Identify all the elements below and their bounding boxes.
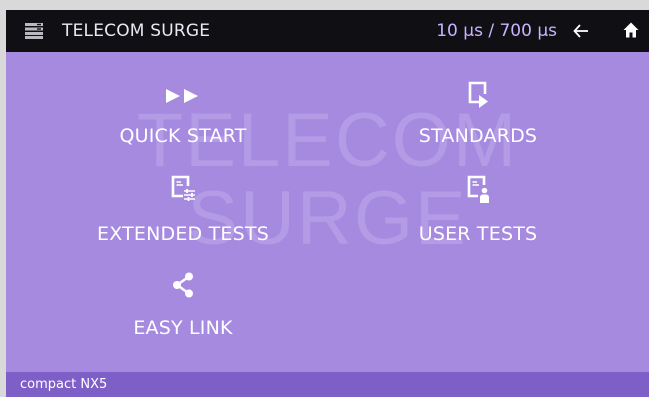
easy-link-button[interactable]: EASY LINK [83, 270, 283, 354]
arrow-left-icon[interactable] [573, 24, 589, 38]
standards-button[interactable]: STANDARDS [378, 76, 578, 160]
extended-tests-label: EXTENDED TESTS [97, 223, 269, 245]
waveform-readout[interactable]: 10 µs / 700 µs [436, 19, 557, 43]
quick-start-button[interactable]: QUICK START [83, 82, 283, 166]
top-bar: TELECOM SURGE 10 µs / 700 µs [6, 10, 649, 52]
menu-icon[interactable] [25, 23, 43, 39]
device-screen: TELECOM SURGE 10 µs / 700 µs TELECOM SUR… [6, 10, 649, 397]
share-icon [173, 272, 193, 298]
user-tests-button[interactable]: USER TESTS [378, 174, 578, 258]
status-bar: compact NX5 [6, 372, 649, 397]
quick-start-label: QUICK START [119, 125, 247, 147]
extended-tests-button[interactable]: EXTENDED TESTS [83, 174, 283, 258]
easy-link-label: EASY LINK [133, 317, 233, 339]
document-user-icon [467, 175, 489, 203]
app-title: TELECOM SURGE [62, 21, 211, 41]
device-name: compact NX5 [20, 377, 108, 392]
standards-label: STANDARDS [418, 125, 538, 147]
document-play-icon [468, 81, 488, 108]
document-settings-icon [171, 175, 195, 201]
home-icon[interactable] [623, 22, 639, 38]
user-tests-label: USER TESTS [418, 223, 538, 245]
fast-forward-icon [166, 89, 198, 103]
